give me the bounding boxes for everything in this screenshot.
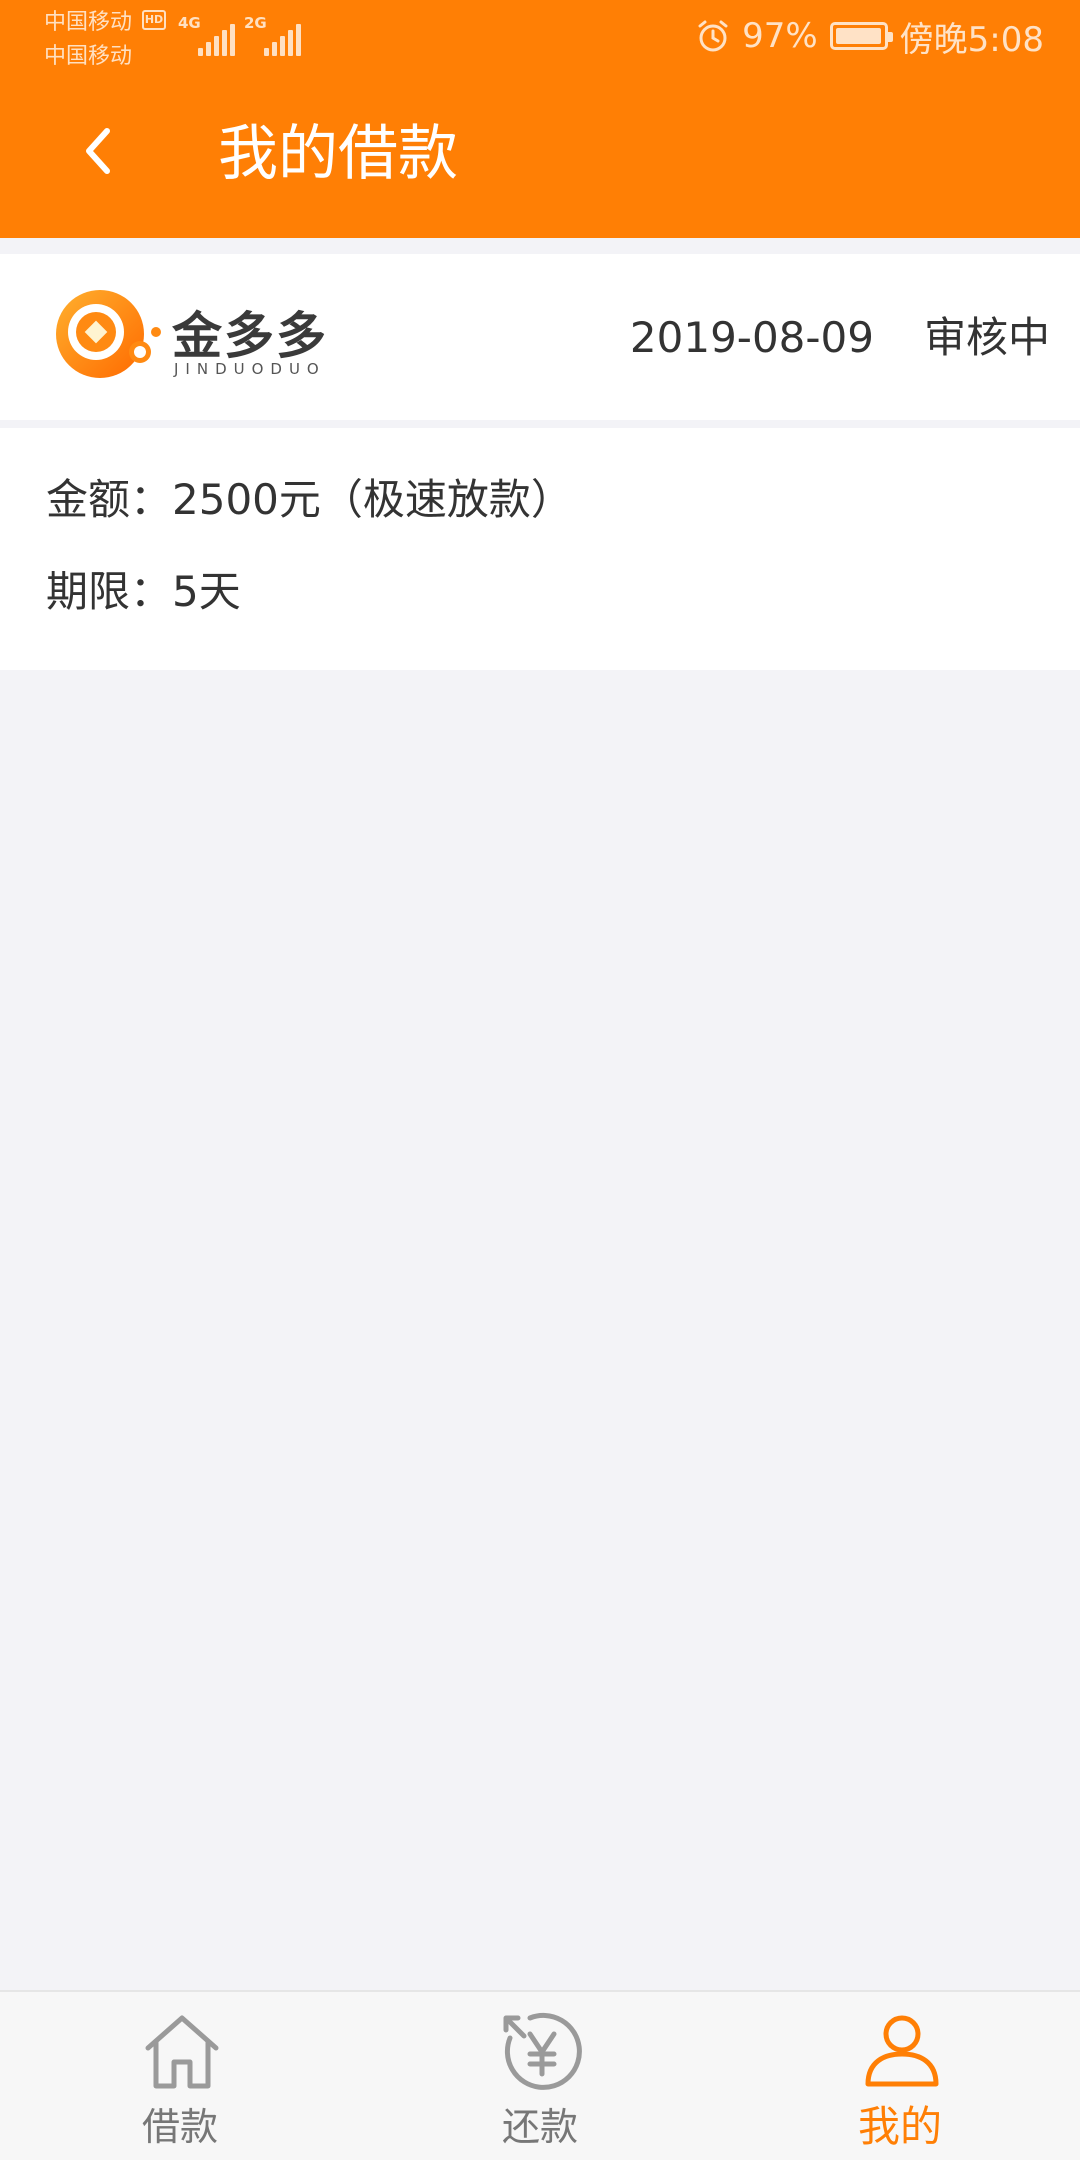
loan-status: 审核中 <box>923 313 1050 362</box>
status-bar: 中国移动 中国移动 HD 4G 2G 97% 傍晚5:08 <box>0 0 1080 76</box>
page: 中国移动 中国移动 HD 4G 2G 97% 傍晚5:08 我的借款 金多多 J… <box>0 0 1080 2160</box>
coin-logo-icon <box>56 290 161 378</box>
loan-term: 期限：5天 <box>46 567 241 616</box>
battery-percent: 97% <box>742 16 818 56</box>
page-title: 我的借款 <box>218 119 458 189</box>
chevron-left-icon <box>86 128 110 174</box>
battery-fill <box>835 28 881 44</box>
loan-card-details[interactable]: 金额：2500元（极速放款） 期限：5天 <box>0 428 1080 670</box>
lender-logo: 金多多 JINDUODUO <box>52 284 342 394</box>
signal-bars-icon <box>198 22 238 56</box>
tab-borrow[interactable]: 借款 <box>0 1992 360 2160</box>
signal-bars-icon <box>264 22 304 56</box>
tab-repay[interactable]: 还款 <box>360 1992 720 2160</box>
back-button[interactable] <box>62 116 132 186</box>
repay-yen-icon <box>503 2012 582 2090</box>
hd-badge: HD <box>142 10 166 30</box>
tab-label: 借款 <box>141 2105 218 2149</box>
status-right: 97% 傍晚5:08 <box>696 16 1044 60</box>
lender-name-en: JINDUODUO <box>174 360 326 378</box>
carrier-2: 中国移动 <box>44 44 133 69</box>
nav-bar: 我的借款 <box>0 76 1080 238</box>
home-icon <box>145 2015 219 2089</box>
alarm-icon <box>698 20 728 52</box>
loan-amount: 金额：2500元（极速放款） <box>46 475 573 524</box>
loan-card-header[interactable]: 金多多 JINDUODUO 2019-08-09 审核中 <box>0 254 1080 420</box>
tab-label: 我的 <box>857 2102 942 2151</box>
battery-icon <box>829 22 893 50</box>
app-header: 中国移动 中国移动 HD 4G 2G 97% 傍晚5:08 我的借款 <box>0 0 1080 238</box>
carrier-1: 中国移动 <box>44 10 133 35</box>
tab-mine[interactable]: 我的 <box>720 1992 1080 2160</box>
bottom-tab-bar: 借款 还款 我的 <box>0 1990 1080 2160</box>
carrier-info: 中国移动 中国移动 <box>44 6 132 74</box>
clock: 傍晚5:08 <box>899 19 1044 60</box>
lender-name: 金多多 <box>172 307 328 365</box>
loan-date: 2019-08-09 <box>629 313 874 362</box>
user-icon <box>865 2015 939 2087</box>
tab-label: 还款 <box>501 2105 578 2149</box>
